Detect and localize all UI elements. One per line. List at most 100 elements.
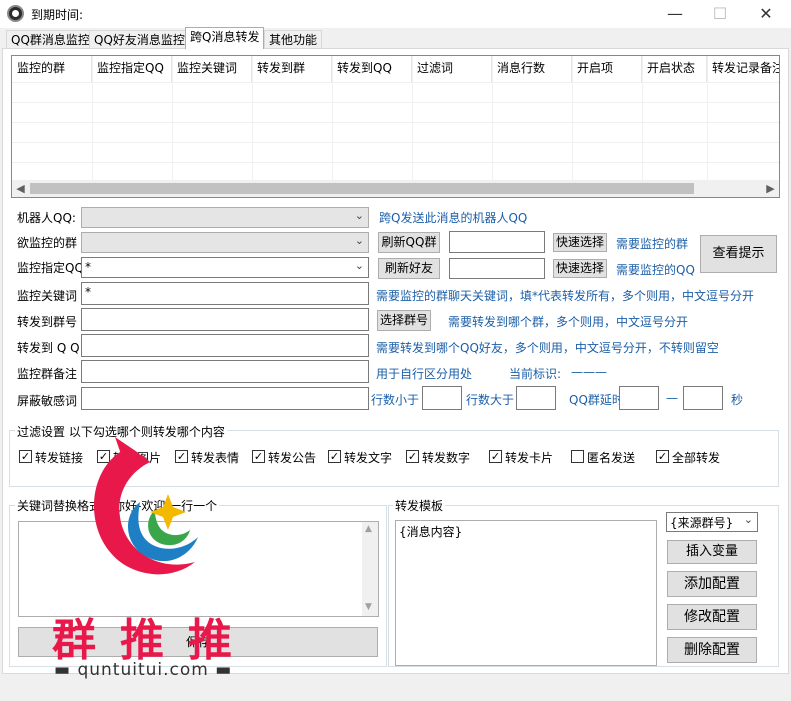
checkbox-label: 转发文字 [344,451,393,465]
column-header[interactable]: 过滤词 [412,56,492,82]
column-header[interactable]: 监控指定QQ [92,56,172,82]
checkbox-label: 转发公告 [268,451,317,465]
scroll-up-icon[interactable]: ▲ [365,524,372,534]
forward-qq-input[interactable] [81,334,369,357]
template-group-legend: 转发模板 [393,497,446,514]
column-header[interactable]: 消息行数 [492,56,572,82]
checkbox-anonymous-send[interactable] [571,450,584,463]
group-quick-select-button[interactable]: 快速选择 [553,233,607,252]
vertical-scrollbar[interactable]: ▲ ▼ [362,522,378,616]
grid-line [412,56,413,180]
keyword-input[interactable]: * [81,282,369,305]
group-delay-label: QQ群延时 [569,393,624,407]
checkbox-label: 匿名发送 [587,451,636,465]
lines-greater-than-input[interactable] [516,386,556,410]
checkbox-forward-all[interactable]: ✓ [656,450,669,463]
add-config-button[interactable]: 添加配置 [667,571,757,597]
checkbox-forward-notice[interactable]: ✓ [252,450,265,463]
grid-line [707,56,708,180]
robot-qq-label: 机器人QQ: [17,211,76,225]
close-button[interactable]: ✕ [743,0,789,28]
checkbox-forward-text[interactable]: ✓ [328,450,341,463]
refresh-friends-button[interactable]: 刷新好友 [378,258,440,279]
seconds-unit: 秒 [731,393,744,407]
monitor-qq-hint: 需要监控的QQ [616,263,695,277]
forward-qq-hint: 需要转发到哪个QQ好友，多个则用，中文逗号分开，不转则留空 [376,341,719,355]
delete-config-button[interactable]: 删除配置 [667,637,757,663]
view-tips-button[interactable]: 查看提示 [700,235,777,273]
grid-line [172,56,173,180]
insert-variable-button[interactable]: 插入变量 [667,540,757,564]
group-quick-input[interactable] [449,231,545,253]
monitor-qq-value: * [85,260,91,274]
grid-line [12,162,779,163]
tab-other-functions[interactable]: 其他功能 [264,30,323,49]
tab-qq-friend-monitor[interactable]: QQ好友消息监控 [89,30,190,49]
rule-table[interactable]: 监控的群 监控指定QQ 监控关键词 转发到群 转发到QQ 过滤词 消息行数 开启… [11,55,780,198]
column-header[interactable]: 转发记录备注 [707,56,779,82]
delay-from-input[interactable] [619,386,659,410]
maximize-button[interactable]: ☐ [697,0,743,28]
checkbox-label: 转发卡片 [505,451,554,465]
lines-greater-than-label: 行数大于 [466,393,515,407]
scroll-left-icon[interactable]: ◀ [12,180,29,197]
qq-quick-select-button[interactable]: 快速选择 [553,259,607,278]
forward-group-label: 转发到群号 [17,315,78,329]
grid-line [252,56,253,180]
monitor-group-select[interactable]: ⌄ [81,232,369,253]
group-note-input[interactable] [81,360,369,383]
robot-qq-select[interactable]: ⌄ [81,207,369,228]
grid-line [12,142,779,143]
group-note-label: 监控群备注 [17,367,78,381]
column-header[interactable]: 监控的群 [12,56,92,82]
group-note-hint: 用于自行区分用处 [376,367,473,381]
keyword-hint: 需要监控的群聊天关键词，填*代表转发所有，多个则用，中文逗号分开 [376,289,755,303]
block-words-input[interactable] [81,387,369,410]
keyword-label: 监控关键词 [17,289,78,303]
qq-quick-input[interactable] [449,258,545,279]
grid-line [572,56,573,180]
scroll-thumb[interactable] [30,183,694,194]
checkbox-label: 转发数字 [422,451,471,465]
edit-config-button[interactable]: 修改配置 [667,604,757,630]
current-id-value: ——— [571,365,607,379]
checkbox-forward-number[interactable]: ✓ [406,450,419,463]
checkbox-label: 全部转发 [672,451,721,465]
column-header[interactable]: 监控关键词 [172,56,252,82]
refresh-groups-button[interactable]: 刷新QQ群 [378,232,440,253]
horizontal-scrollbar[interactable]: ◀ ▶ [12,180,779,197]
block-words-label: 屏蔽敏感词 [17,394,78,408]
column-header[interactable]: 开启状态 [642,56,707,82]
chevron-down-icon: ⌄ [354,259,364,272]
watermark-url: ▬ quntuitui.com ▬ [54,660,233,680]
delay-to-input[interactable] [683,386,723,410]
template-textarea[interactable]: {消息内容} [395,520,657,666]
checkbox-label: 转发链接 [35,451,84,465]
forward-group-input[interactable] [81,308,369,331]
delay-dash: — [666,391,678,405]
app-icon [7,5,24,22]
lines-less-than-input[interactable] [422,386,462,410]
grid-line [12,102,779,103]
checkbox-forward-card[interactable]: ✓ [489,450,502,463]
checkbox-forward-link[interactable]: ✓ [19,450,32,463]
title-bar: 到期时间: — ☐ ✕ [0,0,791,28]
robot-qq-hint: 跨Q发送此消息的机器人QQ [379,211,528,225]
grid-line [492,56,493,180]
grid-line [12,122,779,123]
monitor-qq-select[interactable]: * ⌄ [81,257,369,278]
tab-cross-forward[interactable]: 跨Q消息转发 [185,27,265,49]
select-group-button[interactable]: 选择群号 [377,310,431,331]
tab-qq-group-monitor[interactable]: QQ群消息监控 [6,30,95,49]
minimize-button[interactable]: — [652,0,698,28]
watermark-text: 群推推 [52,615,256,666]
chevron-down-icon: ⌄ [354,209,364,222]
scroll-down-icon[interactable]: ▼ [365,602,372,612]
column-header[interactable]: 开启项 [572,56,642,82]
variable-select[interactable]: {来源群号} ⌄ [666,512,758,532]
column-header[interactable]: 转发到群 [252,56,332,82]
scroll-right-icon[interactable]: ▶ [762,180,779,197]
chevron-down-icon: ⌄ [354,234,364,247]
grid-line [12,82,779,83]
column-header[interactable]: 转发到QQ [332,56,412,82]
